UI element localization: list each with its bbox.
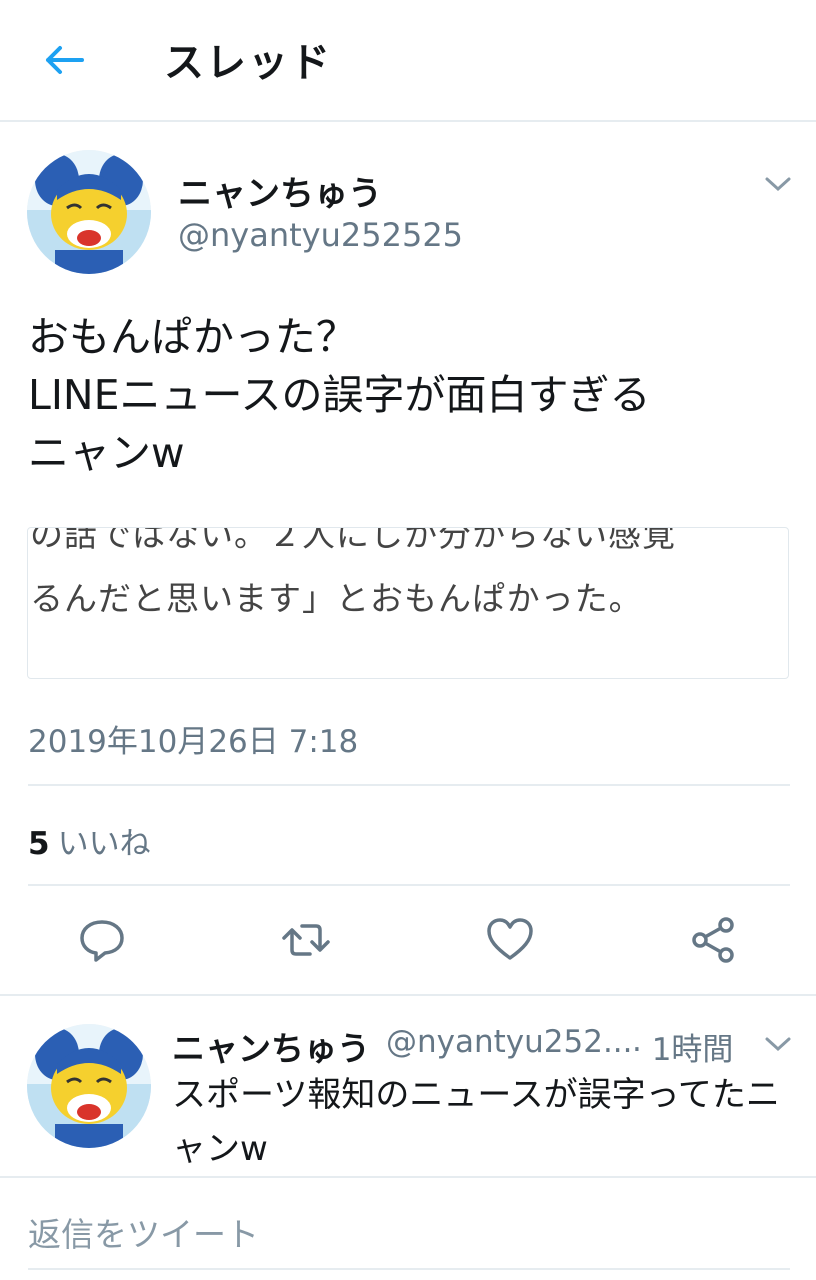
tweet-menu-button[interactable]	[763, 174, 793, 194]
likes-count: 5	[28, 826, 50, 862]
retweet-button[interactable]	[278, 912, 334, 968]
section-divider	[0, 1176, 816, 1178]
reply-input-underline	[28, 1268, 790, 1270]
tweet-media[interactable]: の話ではない。２人にしか分からない感覚 るんだと思います」とおもんぱかった。	[27, 527, 789, 679]
likes-count-row[interactable]: 5 いいね	[28, 818, 151, 863]
heart-icon	[487, 918, 533, 960]
author-name[interactable]: ニャンちゅう	[178, 166, 382, 215]
divider	[28, 884, 790, 886]
media-text-line2: るんだと思います」とおもんぱかった。	[30, 579, 643, 618]
likes-label: いいね	[57, 826, 151, 862]
avatar-image	[27, 1024, 151, 1148]
reply-button[interactable]	[74, 912, 130, 968]
reply-text: スポーツ報知のニュースが誤字ってたニャンw	[172, 1075, 780, 1169]
tweet-text: おもんぱかった？ LINEニュースの誤字が面白すぎる ニャンw	[28, 313, 651, 477]
page-title: スレッド	[164, 40, 332, 86]
share-icon	[692, 917, 734, 963]
media-text-line1: の話ではない。２人にしか分からない感覚	[30, 527, 676, 554]
tweet-timestamp[interactable]: 2019年10月26日 7:18	[28, 716, 358, 761]
arrow-left-icon	[46, 46, 84, 74]
avatar[interactable]	[27, 150, 151, 274]
reply-time[interactable]: · 1時間	[632, 1024, 733, 1069]
reply-menu-button[interactable]	[763, 1034, 793, 1054]
reply-icon	[80, 920, 124, 962]
reply-input[interactable]: 返信をツイート	[28, 1208, 259, 1256]
reply-author-handle[interactable]: @nyantyu252...	[386, 1024, 633, 1060]
reply-avatar[interactable]	[27, 1024, 151, 1148]
chevron-down-icon	[765, 177, 791, 192]
divider	[28, 784, 790, 786]
chevron-down-icon	[765, 1037, 791, 1052]
top-bar: スレッド	[0, 0, 816, 122]
share-button[interactable]	[686, 912, 742, 968]
reply-author-name[interactable]: ニャンちゅう	[172, 1022, 370, 1070]
avatar-image	[27, 150, 151, 274]
back-button[interactable]	[38, 36, 90, 84]
author-handle[interactable]: @nyantyu252525	[178, 216, 463, 254]
like-button[interactable]	[482, 912, 538, 968]
section-divider	[0, 994, 816, 996]
retweet-icon	[282, 924, 330, 956]
